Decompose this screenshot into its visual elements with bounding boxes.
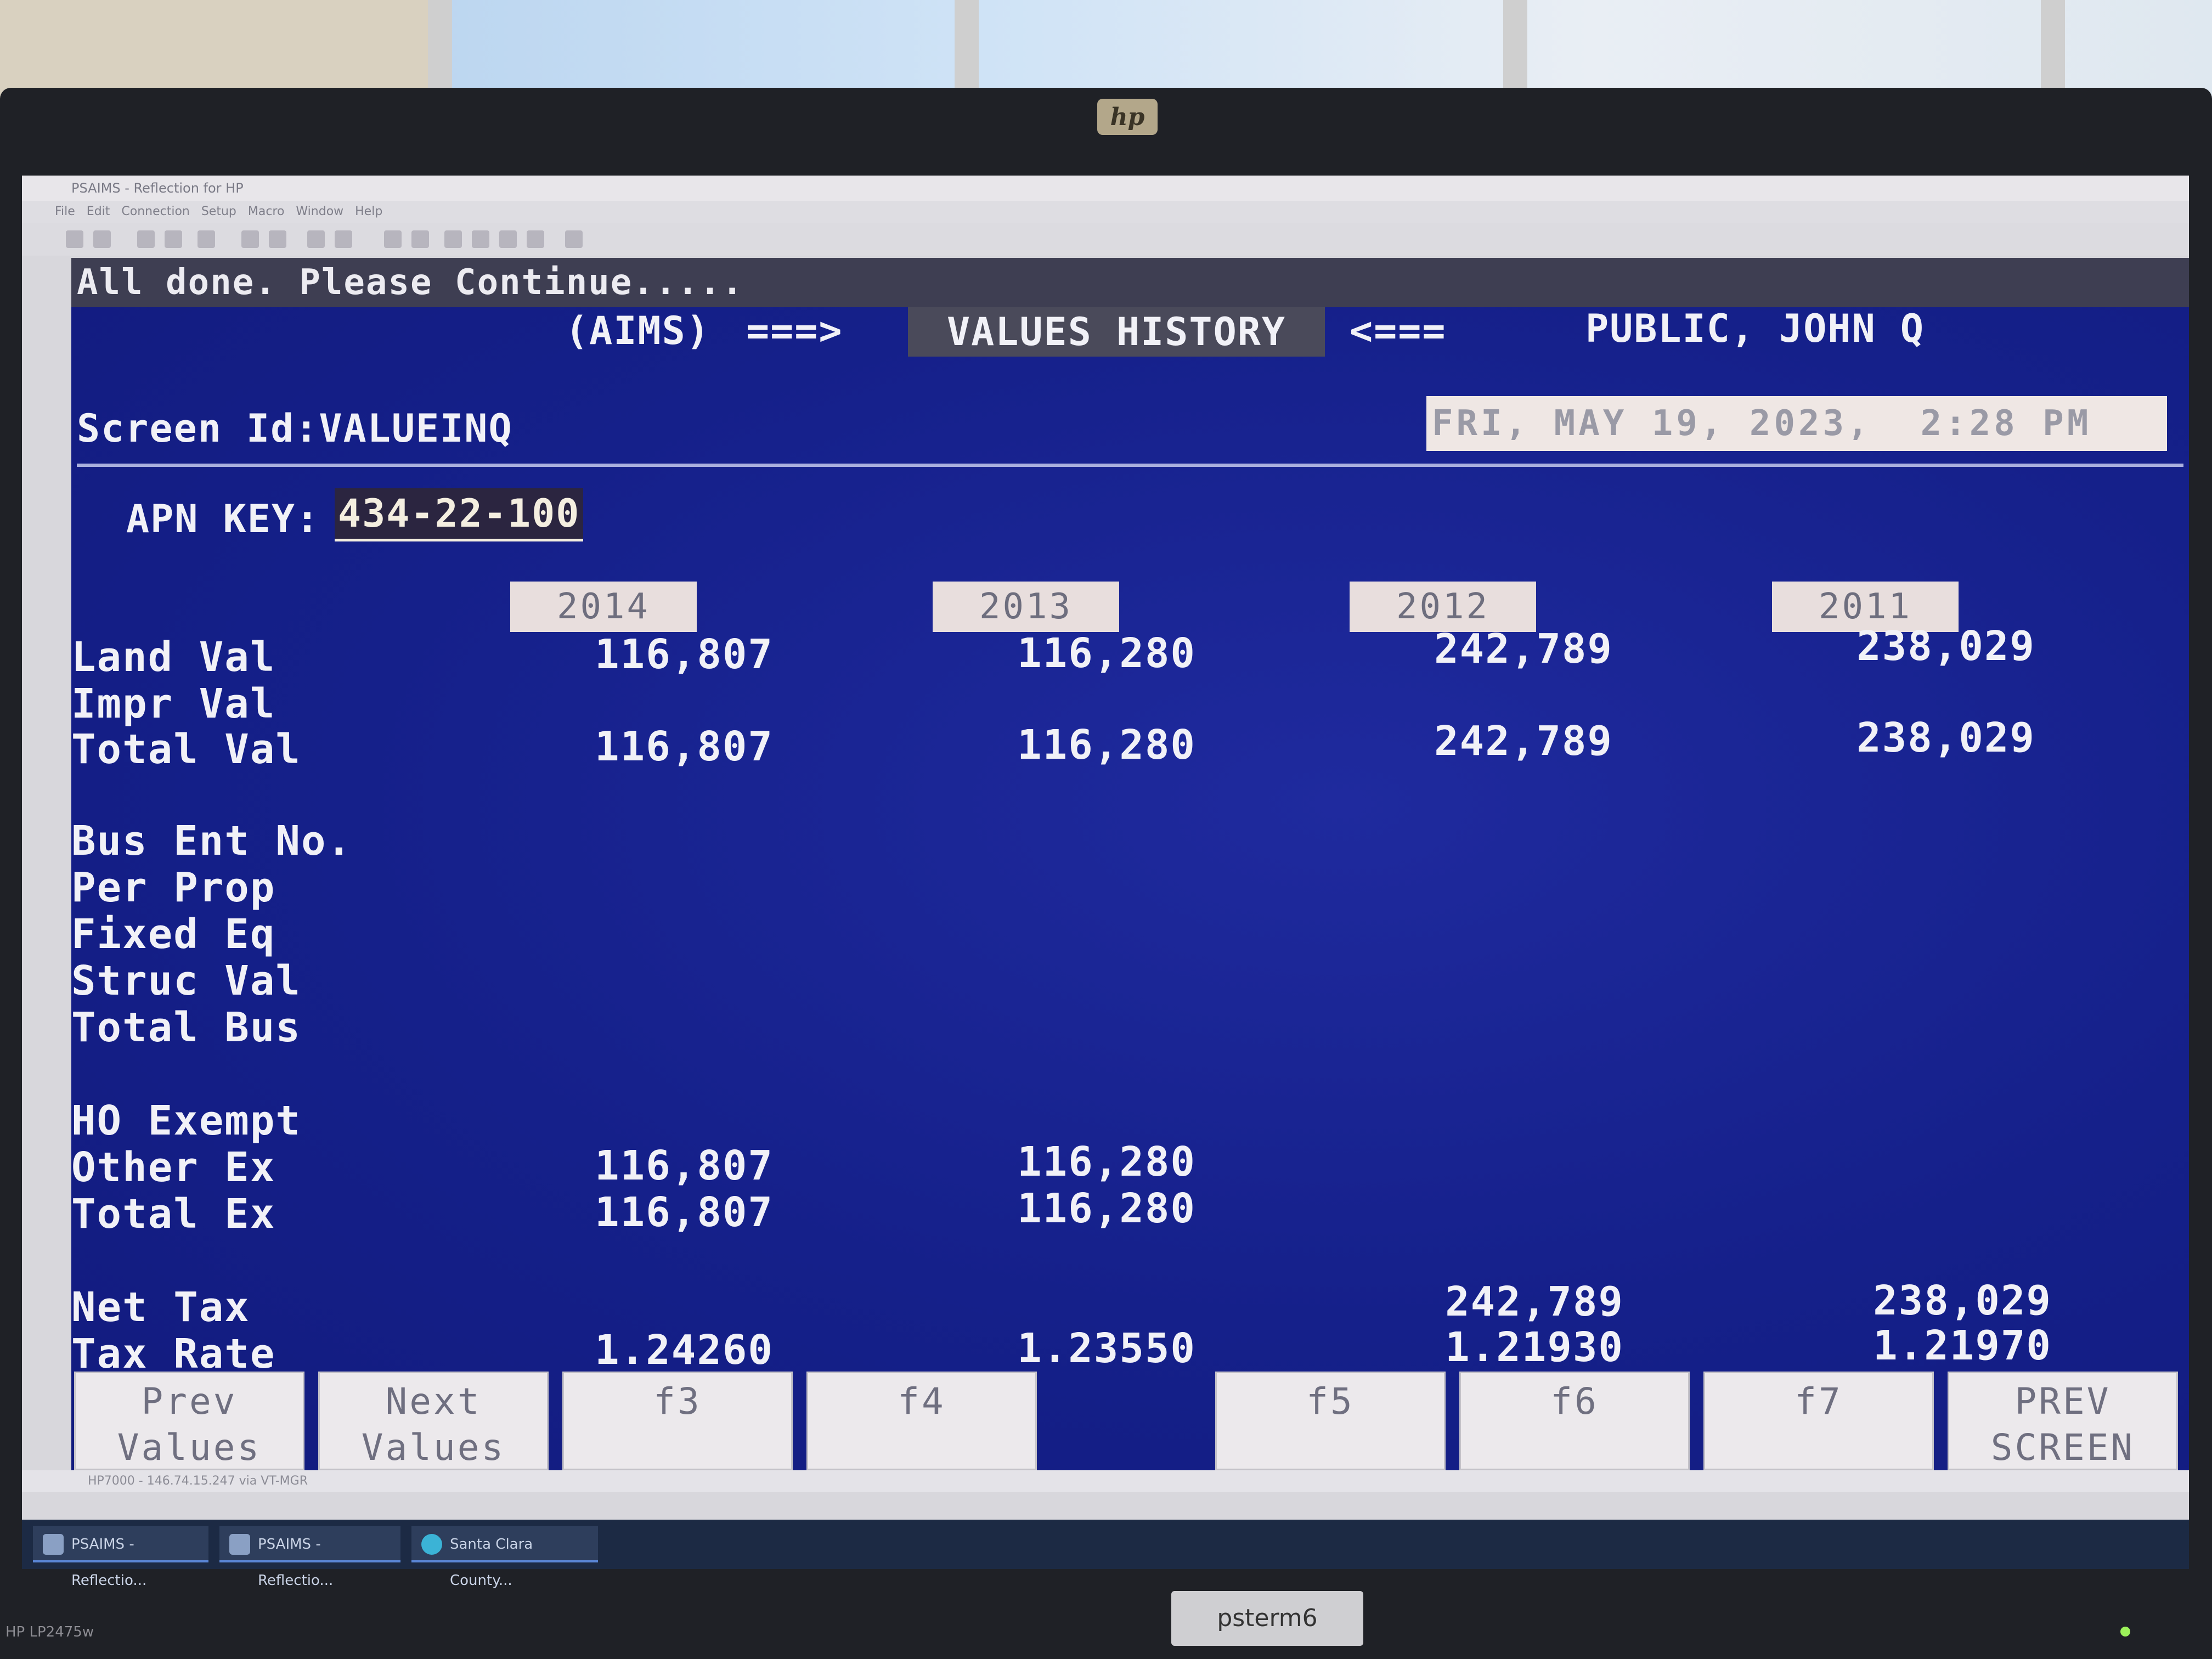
f4-button[interactable]: f4 bbox=[806, 1372, 1037, 1470]
value-cell: 1.21970 bbox=[1873, 1322, 2052, 1369]
value-cell: 116,280 bbox=[1017, 630, 1196, 677]
arrow-left-icon: <=== bbox=[1350, 308, 1447, 353]
year-column-header: 2014 bbox=[510, 582, 697, 632]
connect-icon[interactable] bbox=[307, 230, 325, 248]
value-cell: 116,807 bbox=[595, 1142, 774, 1189]
taskbar-item[interactable]: PSAIMS - Reflectio... bbox=[33, 1526, 208, 1589]
arrow-right-icon: ===> bbox=[746, 308, 843, 353]
datetime-display: FRI, MAY 19, 2023, 2:28 PM bbox=[1426, 396, 2167, 451]
save-icon[interactable] bbox=[137, 230, 155, 248]
row-label-impr-val: Impr Val bbox=[71, 680, 276, 727]
value-cell: 116,807 bbox=[595, 723, 774, 770]
apn-key-field[interactable]: 434-22-100 bbox=[335, 488, 584, 541]
year-column-header: 2012 bbox=[1350, 582, 1536, 632]
connection-status: HP7000 - 146.74.15.247 via VT-MGR bbox=[22, 1470, 2189, 1492]
paste-icon[interactable] bbox=[269, 230, 286, 248]
system-name: (AIMS) bbox=[565, 308, 710, 353]
row-label-per-prop: Per Prop bbox=[71, 864, 276, 911]
screen-id: Screen Id:VALUEINQ bbox=[77, 406, 513, 451]
value-cell: 116,280 bbox=[1017, 721, 1196, 769]
taskbar-item[interactable]: Santa Clara County... bbox=[411, 1526, 598, 1589]
keyboard-icon[interactable] bbox=[527, 230, 544, 248]
f5-button[interactable]: f5 bbox=[1215, 1372, 1446, 1470]
window-title: PSAIMS - Reflection for HP bbox=[22, 176, 2189, 201]
row-label-total-ex: Total Ex bbox=[71, 1190, 276, 1238]
help-icon[interactable] bbox=[565, 230, 583, 248]
value-cell: 1.23550 bbox=[1017, 1325, 1196, 1372]
value-cell: 1.21930 bbox=[1445, 1324, 1624, 1371]
value-cell: 242,789 bbox=[1445, 1278, 1624, 1325]
value-cell: 116,807 bbox=[595, 1189, 774, 1236]
value-cell: 238,029 bbox=[1857, 714, 2035, 761]
power-led-icon bbox=[2120, 1627, 2130, 1637]
hp-logo-icon: hp bbox=[1097, 99, 1158, 135]
print-icon[interactable] bbox=[165, 230, 182, 248]
monitor-sticker: psterm6 bbox=[1171, 1591, 1363, 1646]
find-icon[interactable] bbox=[198, 230, 215, 248]
row-label-land-val: Land Val bbox=[71, 634, 276, 681]
value-cell: 242,789 bbox=[1434, 718, 1613, 765]
row-label-fixed-eq: Fixed Eq bbox=[71, 911, 276, 958]
app-icon bbox=[229, 1534, 250, 1555]
f7-button[interactable]: f7 bbox=[1703, 1372, 1934, 1470]
value-cell: 242,789 bbox=[1434, 625, 1613, 673]
menu-bar[interactable]: File Edit Connection Setup Macro Window … bbox=[22, 201, 2189, 223]
app-icon bbox=[43, 1534, 64, 1555]
row-label-other-ex: Other Ex bbox=[71, 1144, 276, 1191]
record-icon[interactable] bbox=[472, 230, 489, 248]
row-label-total-bus: Total Bus bbox=[71, 1004, 301, 1051]
row-label-tax-rate: Tax Rate bbox=[71, 1330, 276, 1378]
copy-icon[interactable] bbox=[241, 230, 259, 248]
owner-name: PUBLIC, JOHN Q bbox=[1585, 306, 1925, 351]
edge-browser-icon bbox=[421, 1534, 442, 1555]
arrow-right-icon[interactable] bbox=[411, 230, 429, 248]
value-cell: 238,029 bbox=[1857, 623, 2035, 670]
terminal-screen[interactable]: All done. Please Continue..... (AIMS) ==… bbox=[71, 258, 2189, 1470]
taskbar: PSAIMS - Reflectio... PSAIMS - Reflectio… bbox=[22, 1520, 2189, 1589]
status-message: All done. Please Continue..... bbox=[71, 258, 2189, 307]
row-label-bus-ent-no: Bus Ent No. bbox=[71, 817, 353, 865]
toolbar bbox=[22, 223, 2189, 256]
screen-title: VALUES HISTORY bbox=[908, 307, 1325, 357]
value-cell: 116,280 bbox=[1017, 1185, 1196, 1232]
value-cell: 116,280 bbox=[1017, 1138, 1196, 1186]
row-label-struc-val: Struc Val bbox=[71, 957, 301, 1005]
row-label-net-tax: Net Tax bbox=[71, 1284, 250, 1331]
screen: PSAIMS - Reflection for HP File Edit Con… bbox=[22, 176, 2189, 1531]
apn-key-label: APN KEY: bbox=[126, 496, 320, 541]
f6-button[interactable]: f6 bbox=[1459, 1372, 1690, 1470]
value-cell: 116,807 bbox=[595, 631, 774, 678]
open-icon[interactable] bbox=[93, 230, 111, 248]
taskbar-item[interactable]: PSAIMS - Reflectio... bbox=[219, 1526, 400, 1589]
disconnect-icon[interactable] bbox=[335, 230, 352, 248]
arrow-left-icon[interactable] bbox=[384, 230, 402, 248]
value-cell: 238,029 bbox=[1873, 1277, 2052, 1324]
f3-button[interactable]: f3 bbox=[562, 1372, 793, 1470]
value-cell: 1.24260 bbox=[595, 1327, 774, 1374]
next-values-button[interactable]: Next Values bbox=[318, 1372, 549, 1470]
year-column-header: 2013 bbox=[933, 582, 1119, 632]
settings-icon[interactable] bbox=[499, 230, 517, 248]
prev-screen-button[interactable]: PREV SCREEN bbox=[1948, 1372, 2178, 1470]
prev-values-button[interactable]: Prev Values bbox=[74, 1372, 304, 1470]
divider bbox=[77, 464, 2183, 467]
row-label-ho-exempt: HO Exempt bbox=[71, 1097, 301, 1144]
new-icon[interactable] bbox=[66, 230, 83, 248]
row-label-total-val: Total Val bbox=[71, 726, 301, 773]
macro-icon[interactable] bbox=[444, 230, 462, 248]
monitor-model: HP LP2475w bbox=[5, 1624, 94, 1640]
